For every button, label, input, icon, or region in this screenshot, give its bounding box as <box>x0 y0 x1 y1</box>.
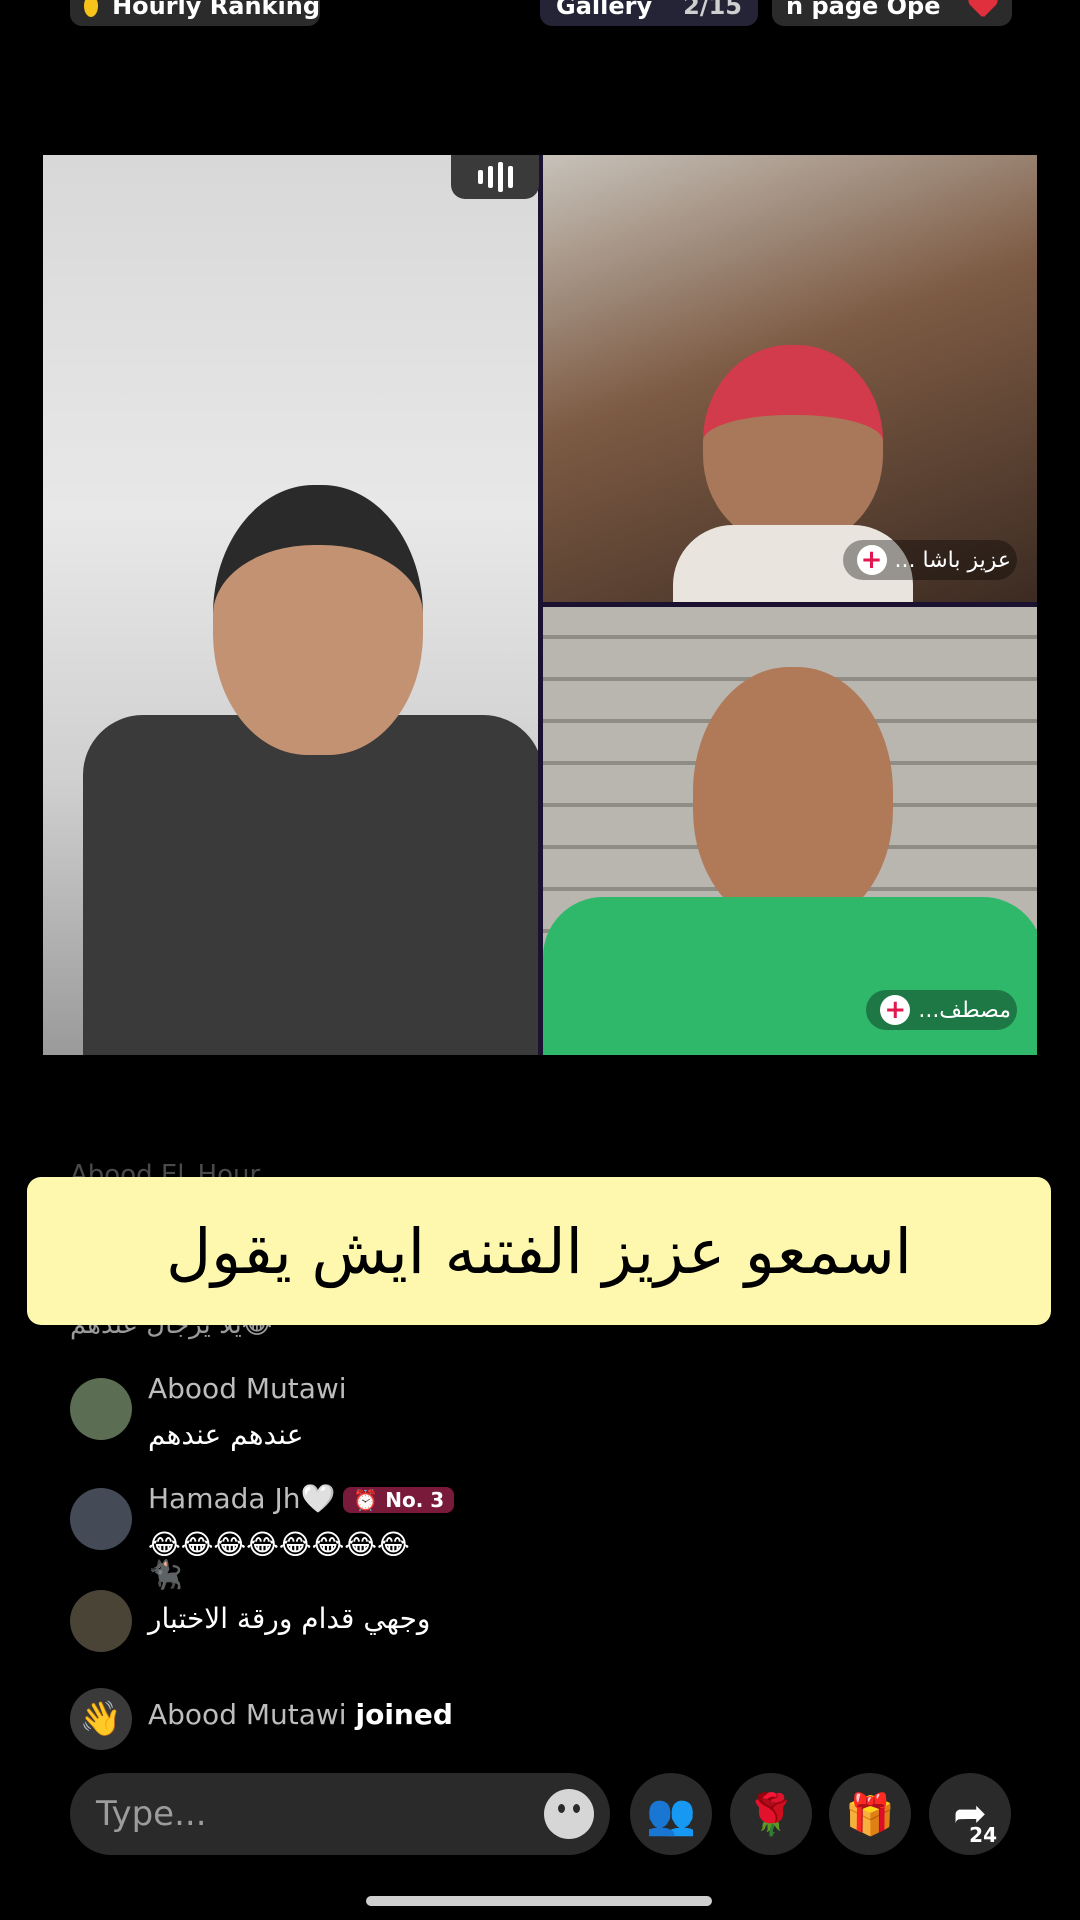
audio-level-tab[interactable] <box>451 155 539 199</box>
share-button[interactable]: ➦ 24 <box>929 1773 1011 1855</box>
avatar[interactable] <box>70 1378 132 1440</box>
hourly-ranking-button[interactable]: Hourly Ranking <box>70 0 320 26</box>
chat-username: Hamada Jh🤍 <box>148 1482 336 1515</box>
guest-1-face <box>703 345 883 545</box>
home-indicator[interactable] <box>366 1896 712 1906</box>
caption-banner: اسمعو عزيز الفتنه ايش يقول <box>27 1177 1051 1325</box>
avatar[interactable] <box>70 1488 132 1550</box>
audio-bar-icon <box>497 162 503 192</box>
gift-button[interactable]: 🎁 <box>829 1773 911 1855</box>
audio-bar-icon <box>507 166 513 188</box>
rose-icon: 🌹 <box>746 1791 796 1838</box>
guest-video-tile-2[interactable]: مصطف... + <box>543 607 1037 1055</box>
chat-text: وجهي قدام ورقة الاختبار <box>148 1602 431 1635</box>
ranking-icon <box>84 0 99 17</box>
audio-bar-icon <box>487 166 493 188</box>
guest-1-name: عزيز باشا ... <box>894 547 1011 573</box>
gallery-count: 2/15 <box>683 0 742 20</box>
gift-icon: 🎁 <box>845 1791 895 1838</box>
share-count: 24 <box>969 1823 997 1847</box>
emoji-icon[interactable] <box>544 1789 594 1839</box>
hourly-ranking-label: Hourly Ranking <box>112 0 320 20</box>
guest-2-name-tag[interactable]: مصطف... + <box>866 990 1017 1030</box>
guest-1-name-tag[interactable]: عزيز باشا ... + <box>842 540 1017 580</box>
open-page-label: n page Ope <box>786 0 941 20</box>
chat-username-row[interactable]: Hamada Jh🤍 ⏰ No. 3 <box>148 1482 455 1515</box>
gallery-button[interactable]: Gallery 2/15 <box>540 0 758 26</box>
host-face <box>213 485 423 755</box>
rose-gift-button[interactable]: 🌹 <box>730 1773 812 1855</box>
multi-guest-button[interactable]: 👥 <box>630 1773 712 1855</box>
rank-badge: ⏰ No. 3 <box>343 1487 455 1513</box>
follow-plus-icon[interactable]: + <box>856 545 887 575</box>
chat-text: 😂😂😂😂😂😂😂😂 <box>148 1528 410 1561</box>
multi-guest-video-grid: عزيز باشا ... + مصطف... + <box>43 155 1037 1055</box>
gallery-label: Gallery <box>556 0 653 20</box>
host-figure <box>83 715 538 1055</box>
guest-2-face <box>693 667 893 927</box>
host-video-tile[interactable] <box>43 155 538 1055</box>
guest-video-tile-1[interactable]: عزيز باشا ... + <box>543 155 1037 602</box>
people-icon: 👥 <box>646 1791 696 1838</box>
audio-bar-icon <box>477 170 483 184</box>
wave-hand-icon: 👋 <box>70 1688 132 1750</box>
guest-2-name: مصطف... <box>918 997 1011 1023</box>
join-event-line: Abood Mutawi joined <box>148 1698 453 1731</box>
join-event-action: joined <box>355 1698 453 1731</box>
top-bar: Hourly Ranking Gallery 2/15 n page Ope <box>0 0 1080 26</box>
chat-text: عندهم عندهم <box>148 1418 304 1451</box>
chat-username[interactable]: Abood Mutawi <box>148 1372 347 1405</box>
follow-plus-icon[interactable]: + <box>880 995 911 1025</box>
open-page-button[interactable]: n page Ope <box>772 0 1012 26</box>
heart-icon <box>968 0 998 19</box>
comment-input-placeholder: Type... <box>96 1794 207 1834</box>
join-event-user[interactable]: Abood Mutawi <box>148 1698 347 1731</box>
caption-text: اسمعو عزيز الفتنه ايش يقول <box>166 1214 912 1288</box>
comment-input[interactable]: Type... <box>70 1773 610 1855</box>
guest-2-figure <box>543 897 1037 1055</box>
chat-username[interactable]: 🐈‍⬛ <box>148 1558 183 1591</box>
avatar[interactable] <box>70 1590 132 1652</box>
